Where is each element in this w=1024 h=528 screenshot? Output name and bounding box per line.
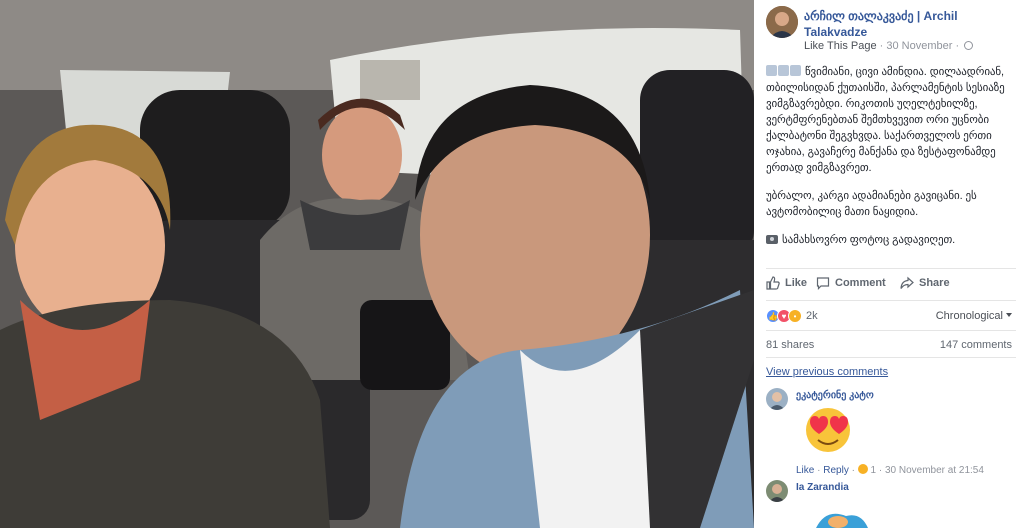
divider <box>766 300 1016 301</box>
comment-author[interactable]: ეკატერინე კატო <box>796 390 874 401</box>
comments-count[interactable]: 147 comments <box>940 339 1012 351</box>
comment-time[interactable]: 30 November at 21:54 <box>885 465 984 476</box>
divider <box>766 268 1016 269</box>
post-side-panel: არჩილ თალაკვაძე | Archil Talakvadze Like… <box>754 0 1024 528</box>
view-previous-comments-link[interactable]: View previous comments <box>766 366 888 378</box>
post-photo[interactable] <box>0 0 754 528</box>
like-label: Like <box>785 277 808 289</box>
avatar-image <box>766 6 798 38</box>
comment-button[interactable]: Comment <box>816 276 886 290</box>
sort-label: Chronological <box>935 310 1003 322</box>
post-header: არჩილ თალაკვაძე | Archil Talakvadze Like… <box>766 6 1016 54</box>
rain-cloud-emoji <box>766 65 777 76</box>
comment-icon <box>816 277 830 290</box>
wow-reaction-icon: • <box>788 309 802 323</box>
sort-dropdown[interactable]: Chronological <box>936 310 1012 322</box>
post-meta: Like This Page · 30 November · <box>804 40 974 52</box>
post-date[interactable]: 30 November <box>886 40 952 52</box>
comment-item: ეკატერინე კატო Like · Reply · 1 · 30 Nov… <box>766 388 1018 478</box>
rain-cloud-emoji <box>790 65 801 76</box>
shares-count[interactable]: 81 shares <box>766 339 814 351</box>
post-actions: Like Comment Share <box>766 276 1016 296</box>
camera-icon <box>766 235 778 244</box>
chevron-down-icon <box>1006 313 1012 317</box>
rain-cloud-emoji <box>778 65 789 76</box>
share-label: Share <box>919 277 950 289</box>
commenter-avatar-image <box>766 480 788 502</box>
paragraph-1-text: წვიმიანი, ცივი ამინდია. დილაადრიან, თბილ… <box>766 66 1005 174</box>
post-paragraph-1: წვიმიანი, ცივი ამინდია. დილაადრიან, თბილ… <box>766 64 1018 176</box>
car-selfie-photo <box>0 0 754 528</box>
comment-reply-link[interactable]: Reply <box>823 465 849 476</box>
post-paragraph-2: უბრალო, კარგი ადამიანები გავიცანი. ეს ავ… <box>766 190 977 218</box>
commenter-avatar[interactable] <box>766 388 788 410</box>
reaction-icons[interactable]: 👍 ♥ • <box>766 309 802 323</box>
like-button[interactable]: Like <box>766 276 807 290</box>
paragraph-3-text: სამახსოვრო ფოტოც გადავიღეთ. <box>782 234 956 246</box>
comment-item: Ia Zarandia <box>766 480 1018 528</box>
wow-reaction-icon <box>857 464 868 474</box>
comment-label: Comment <box>835 277 886 289</box>
like-icon <box>766 276 780 290</box>
post-paragraph-3: სამახსოვრო ფოტოც გადავიღეთ. <box>766 232 1018 248</box>
comment-author[interactable]: Ia Zarandia <box>796 482 849 493</box>
heart-eyes-emoji <box>806 408 850 452</box>
reaction-count[interactable]: 2k <box>806 310 818 322</box>
share-icon <box>900 276 914 289</box>
commenter-avatar[interactable] <box>766 480 788 502</box>
comment-meta: Like · Reply · 1 · 30 November at 21:54 <box>796 464 984 476</box>
commenter-avatar-image <box>766 388 788 410</box>
comment-sticker <box>816 513 868 528</box>
like-page-link[interactable]: Like This Page <box>804 40 877 52</box>
divider <box>766 330 1016 331</box>
reactions-summary: 👍 ♥ • 2k Chronological <box>766 308 1018 324</box>
comment-like-link[interactable]: Like <box>796 465 814 476</box>
page-avatar[interactable] <box>766 6 798 38</box>
page-name-link[interactable]: არჩილ თალაკვაძე | Archil Talakvadze <box>804 8 1016 40</box>
comment-reaction-count[interactable]: 1 <box>871 465 877 476</box>
globe-icon <box>964 41 974 50</box>
meta-separator: · <box>955 40 960 52</box>
share-button[interactable]: Share <box>900 276 950 290</box>
post-text: წვიმიანი, ცივი ამინდია. დილაადრიან, თბილ… <box>766 64 1018 260</box>
meta-separator: · <box>879 40 884 52</box>
divider <box>766 357 1016 358</box>
